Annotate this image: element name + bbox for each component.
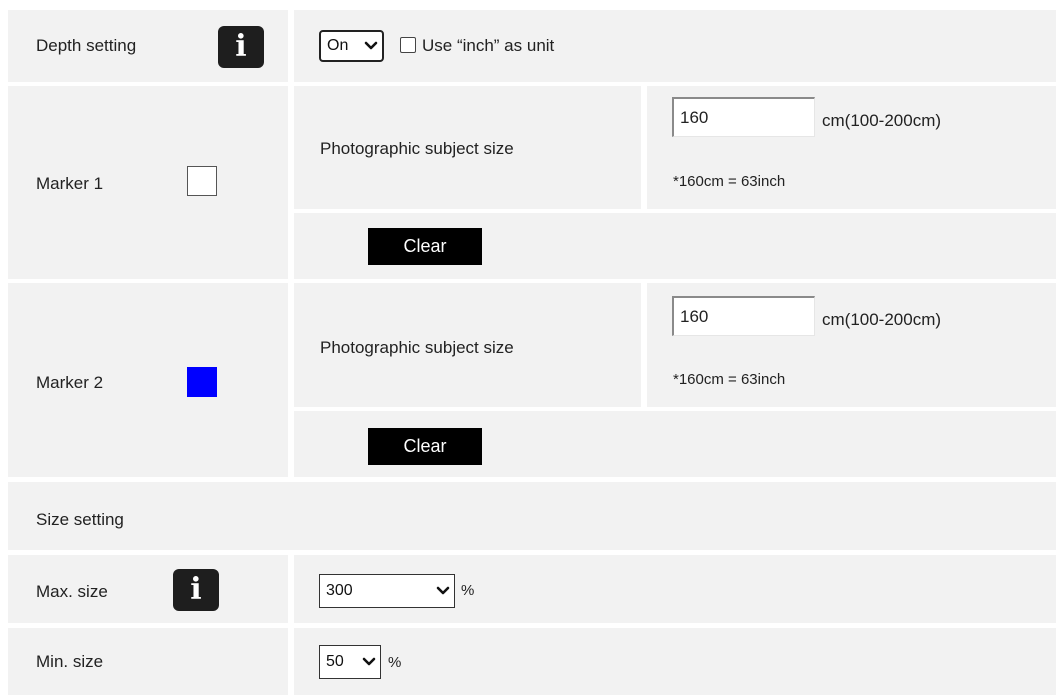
chevron-down-icon bbox=[436, 586, 450, 595]
marker2-size-value: 160 bbox=[680, 306, 709, 326]
use-inch-checkbox[interactable] bbox=[400, 37, 416, 53]
marker2-unit-label: cm(100-200cm) bbox=[822, 310, 942, 329]
max-size-unit: % bbox=[461, 582, 475, 599]
size-setting-cell bbox=[8, 482, 1056, 550]
marker2-color-swatch bbox=[187, 367, 217, 397]
depth-info-icon[interactable]: i bbox=[218, 26, 264, 68]
max-size-value: 300 bbox=[326, 582, 353, 599]
marker1-label: Marker 1 bbox=[36, 174, 104, 193]
depth-select-value: On bbox=[327, 37, 349, 54]
chevron-down-icon bbox=[362, 657, 376, 666]
marker2-label: Marker 2 bbox=[36, 373, 104, 392]
marker2-clear-button[interactable]: Clear bbox=[368, 428, 482, 465]
marker2-size-input[interactable]: 160 bbox=[672, 296, 815, 336]
use-inch-label: Use “inch” as unit bbox=[422, 36, 555, 55]
marker1-color-swatch bbox=[187, 166, 217, 196]
max-size-info-icon[interactable]: i bbox=[173, 569, 219, 611]
min-size-unit: % bbox=[388, 654, 402, 671]
min-size-value-cell bbox=[294, 628, 1056, 695]
marker1-clear-button[interactable]: Clear bbox=[368, 228, 482, 265]
min-size-label: Min. size bbox=[36, 652, 104, 671]
max-size-label: Max. size bbox=[36, 582, 108, 601]
depth-select[interactable]: On bbox=[319, 30, 384, 62]
size-setting-label: Size setting bbox=[36, 510, 124, 529]
min-size-value: 50 bbox=[326, 653, 344, 670]
max-size-select[interactable]: 300 bbox=[319, 574, 455, 608]
marker1-unit-label: cm(100-200cm) bbox=[822, 111, 942, 130]
depth-setting-label: Depth setting bbox=[36, 36, 137, 55]
marker2-conversion-note: *160cm = 63inch bbox=[673, 371, 786, 388]
min-size-select[interactable]: 50 bbox=[319, 645, 381, 679]
marker1-size-input[interactable]: 160 bbox=[672, 97, 815, 137]
marker1-size-value: 160 bbox=[680, 107, 709, 127]
marker2-subject-label: Photographic subject size bbox=[320, 338, 514, 357]
marker1-subject-label: Photographic subject size bbox=[320, 139, 514, 158]
marker1-conversion-note: *160cm = 63inch bbox=[673, 173, 786, 190]
chevron-down-icon bbox=[364, 41, 378, 50]
